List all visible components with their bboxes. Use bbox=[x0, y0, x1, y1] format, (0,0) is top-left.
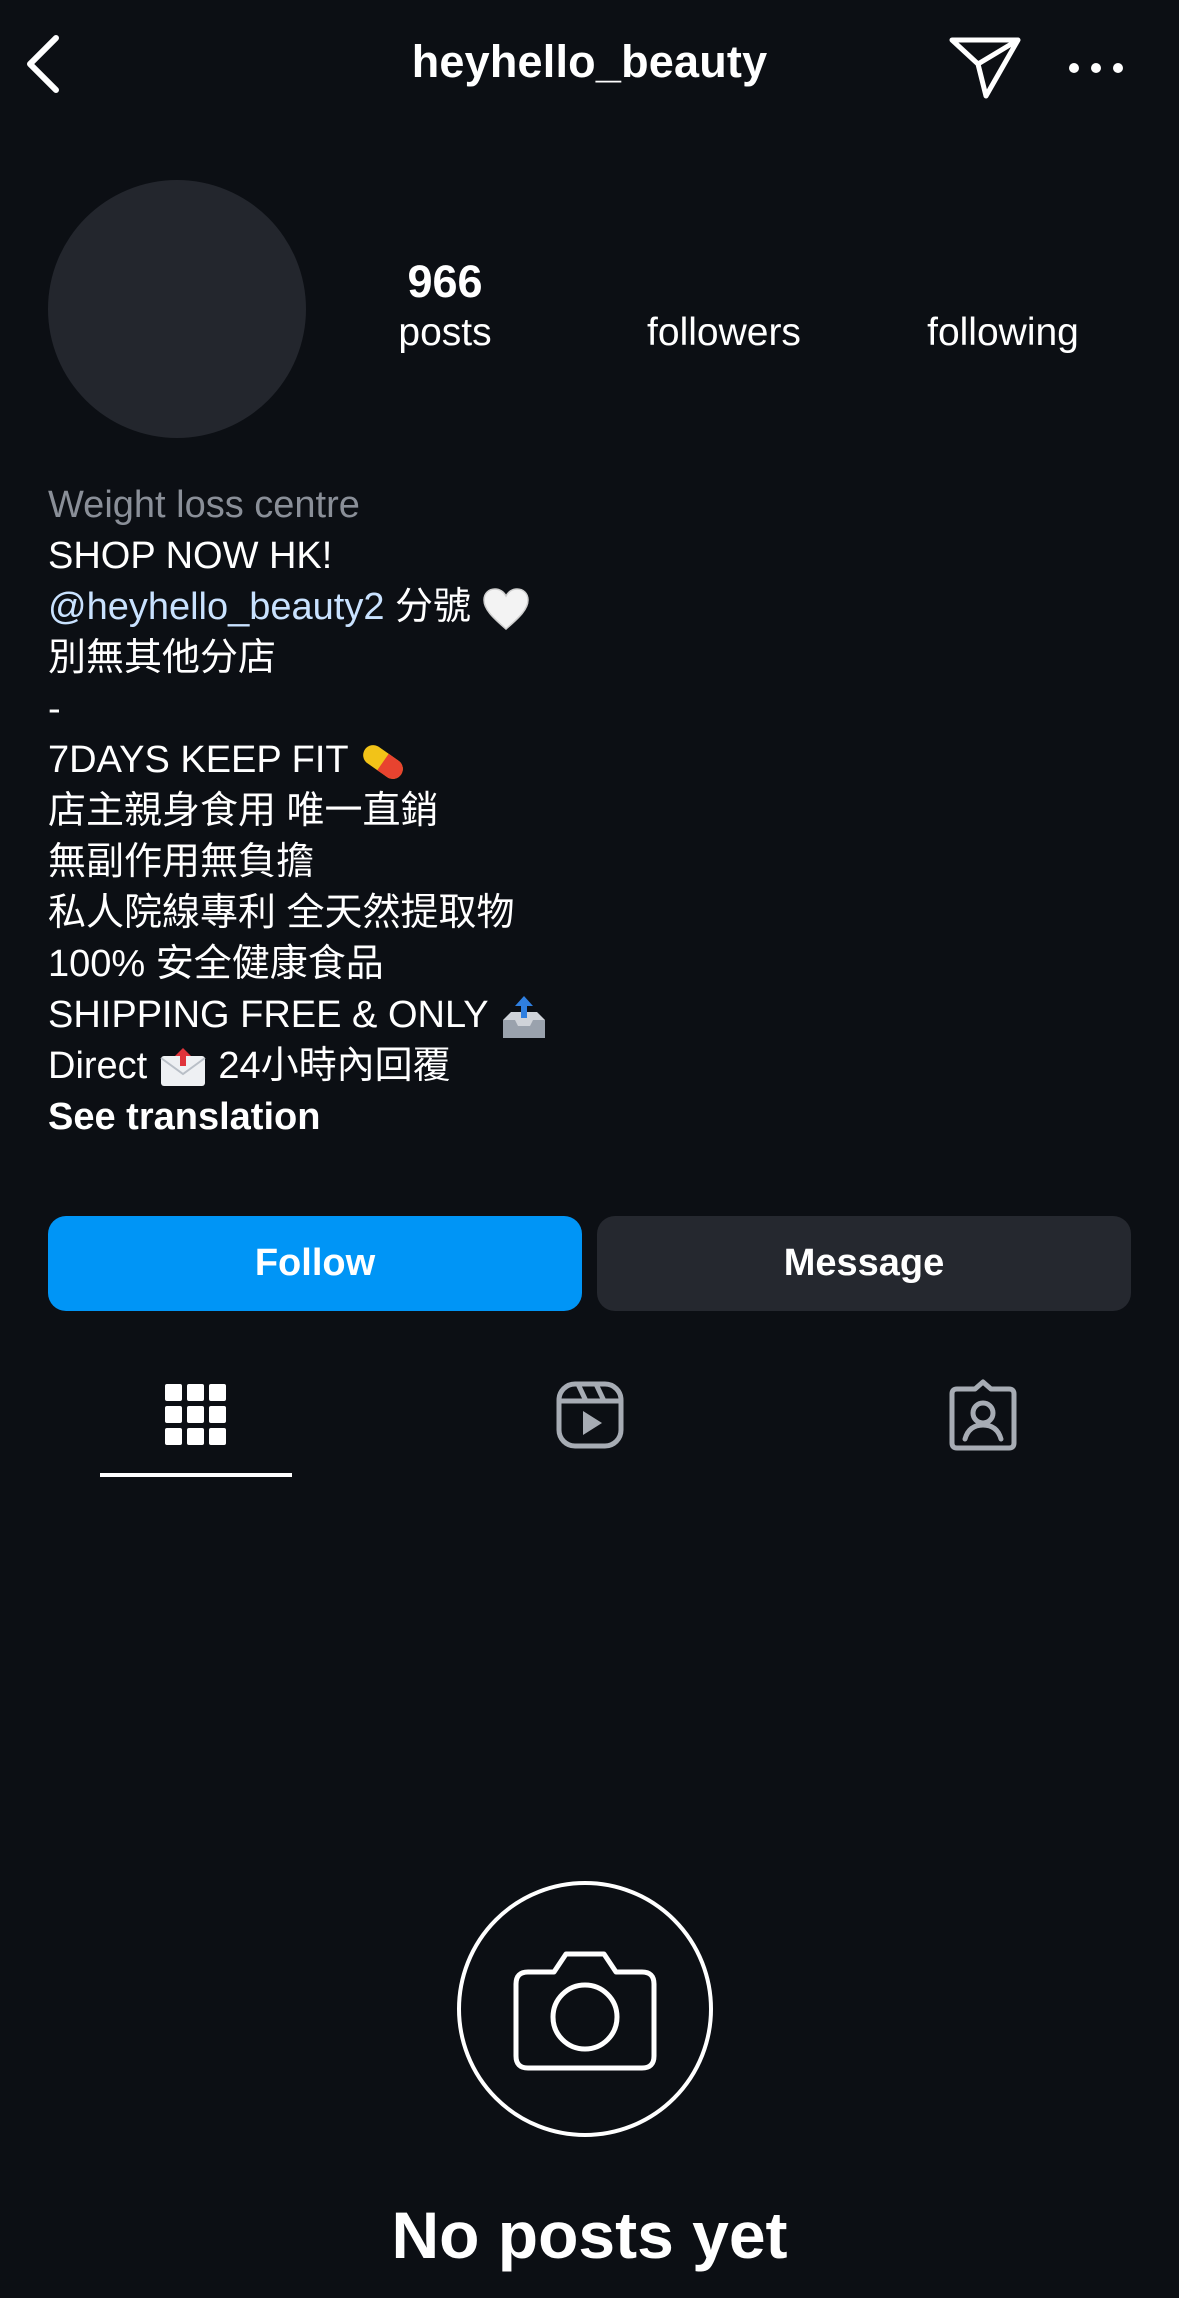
empty-state-camera-circle bbox=[457, 1881, 713, 2137]
bio-line: 無副作用無負擔 bbox=[48, 841, 315, 883]
category-label: Weight loss centre bbox=[48, 484, 360, 526]
mention-suffix: 分號 bbox=[384, 586, 472, 628]
tab-reels[interactable] bbox=[540, 1370, 640, 1460]
follow-button[interactable]: Follow bbox=[48, 1216, 582, 1311]
grid-icon bbox=[165, 1384, 226, 1445]
more-options-button[interactable] bbox=[1066, 50, 1126, 86]
bio-line-mention: @heyhello_beauty2 分號 bbox=[48, 582, 1148, 633]
bio-line-pill: 7DAYS KEEP FIT bbox=[48, 735, 1148, 786]
bio-line: 別無其他分店 bbox=[48, 637, 277, 679]
white-heart-icon bbox=[482, 588, 529, 630]
posts-label: posts bbox=[398, 311, 492, 354]
followers-label: followers bbox=[647, 311, 801, 354]
bio: Weight loss centre SHOP NOW HK! @heyhell… bbox=[48, 480, 1148, 1143]
camera-icon bbox=[513, 1951, 657, 2071]
bio-line: 私人院線專利 全天然提取物 bbox=[48, 892, 515, 934]
pill-icon bbox=[363, 745, 404, 779]
bio-line-shipping: SHIPPING FREE & ONLY bbox=[48, 990, 1148, 1041]
bio-line: 店主親身食用 唯一直銷 bbox=[48, 790, 439, 832]
active-tab-indicator bbox=[100, 1473, 292, 1477]
following-label: following bbox=[927, 311, 1079, 354]
posts-count: 966 bbox=[407, 256, 483, 307]
outbox-tray-icon bbox=[502, 995, 545, 1038]
envelope-icon bbox=[160, 1047, 206, 1086]
tab-tagged[interactable] bbox=[933, 1370, 1033, 1460]
followers-stat[interactable]: followers bbox=[614, 256, 834, 358]
more-icon bbox=[1069, 63, 1123, 73]
send-icon bbox=[949, 37, 1021, 99]
bio-line: - bbox=[48, 688, 61, 730]
avatar[interactable] bbox=[48, 180, 306, 438]
share-button[interactable] bbox=[948, 34, 1022, 100]
following-stat[interactable]: following bbox=[893, 256, 1113, 358]
message-button[interactable]: Message bbox=[597, 1216, 1131, 1311]
no-posts-text: No posts yet bbox=[391, 2198, 788, 2272]
bio-line-direct: Direct 24小時內回覆 bbox=[48, 1041, 1148, 1092]
posts-stat[interactable]: 966 posts bbox=[335, 256, 555, 358]
bio-line: 100% 安全健康食品 bbox=[48, 943, 384, 985]
bio-line: SHOP NOW HK! bbox=[48, 535, 333, 577]
mention-link[interactable]: @heyhello_beauty2 bbox=[48, 586, 385, 628]
tab-posts-grid[interactable] bbox=[146, 1370, 246, 1460]
tagged-icon bbox=[949, 1379, 1017, 1451]
see-translation-link[interactable]: See translation bbox=[48, 1092, 1148, 1143]
reels-icon bbox=[556, 1381, 624, 1449]
